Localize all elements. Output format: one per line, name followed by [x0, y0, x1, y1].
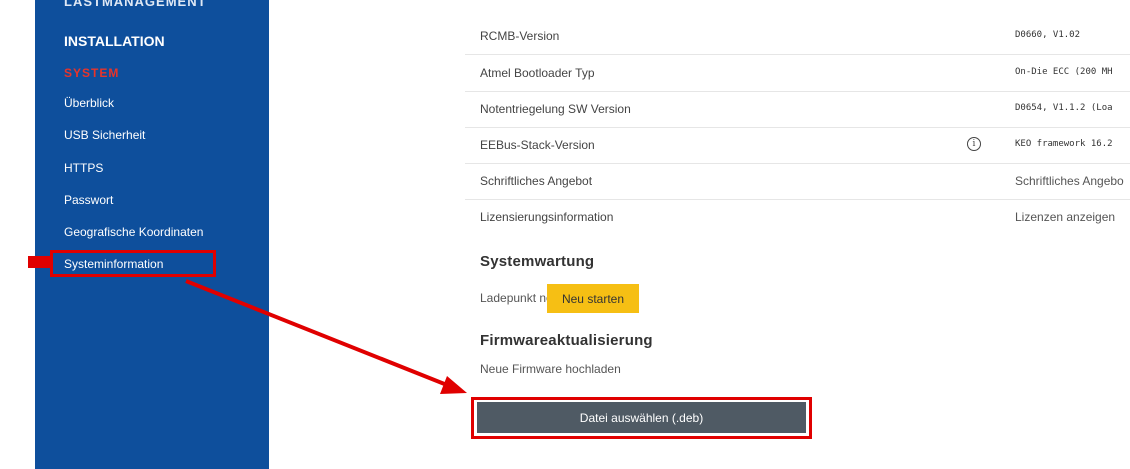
sidebar-heading-system[interactable]: SYSTEM [64, 66, 119, 80]
sidebar-item-https[interactable]: HTTPS [64, 161, 103, 175]
row-label: Lizensierungsinformation [480, 210, 614, 224]
restart-button[interactable]: Neu starten [547, 284, 639, 313]
lizenzen-anzeigen-link[interactable]: Lizenzen anzeigen [1015, 210, 1115, 224]
row-value: KEO framework 16.2 [1015, 139, 1113, 149]
choose-file-button[interactable]: Datei auswählen (.deb) [477, 402, 806, 433]
row-label: Schriftliches Angebot [480, 174, 593, 188]
row-label: EEBus-Stack-Version [480, 138, 595, 152]
row-value: D0654, V1.1.2 (Loa [1015, 103, 1113, 113]
row-value: D0660, V1.02 [1015, 30, 1081, 40]
sidebar-item-ueberblick[interactable]: Überblick [64, 96, 114, 110]
sidebar-item-passwort[interactable]: Passwort [64, 193, 113, 207]
table-row: Lizensierungsinformation Lizenzen anzeig… [465, 199, 1130, 235]
sidebar-item-geografische-koordinaten[interactable]: Geografische Koordinaten [64, 225, 203, 239]
sidebar-item-usb-sicherheit[interactable]: USB Sicherheit [64, 128, 145, 142]
table-row: Atmel Bootloader Typ On-Die ECC (200 MH [465, 55, 1130, 92]
table-row: Notentriegelung SW Version D0654, V1.1.2… [465, 91, 1130, 128]
row-label: Notentriegelung SW Version [480, 102, 631, 116]
row-label: Atmel Bootloader Typ [480, 66, 595, 80]
arrow-head [440, 376, 467, 394]
table-row: Schriftliches Angebot Schriftliches Ange… [465, 163, 1130, 200]
table-row: EEBus-Stack-Version i KEO framework 16.2 [465, 127, 1130, 164]
section-title-firmwareaktualisierung: Firmwareaktualisierung [480, 332, 653, 349]
row-value: On-Die ECC (200 MH [1015, 67, 1113, 77]
sidebar: LASTMANAGEMENT INSTALLATION SYSTEM Überb… [35, 0, 269, 469]
section-title-systemwartung: Systemwartung [480, 253, 595, 270]
info-icon[interactable]: i [967, 137, 981, 151]
schriftliches-angebot-link[interactable]: Schriftliches Angebo [1015, 174, 1124, 188]
firmware-upload-label: Neue Firmware hochladen [480, 362, 621, 376]
systeminformation-highlight-box [50, 250, 216, 277]
sidebar-heading-lastmanagement[interactable]: LASTMANAGEMENT [64, 0, 207, 9]
sidebar-heading-installation[interactable]: INSTALLATION [64, 33, 165, 49]
table-row: RCMB-Version D0660, V1.02 [465, 18, 1130, 55]
row-label: RCMB-Version [480, 29, 560, 43]
